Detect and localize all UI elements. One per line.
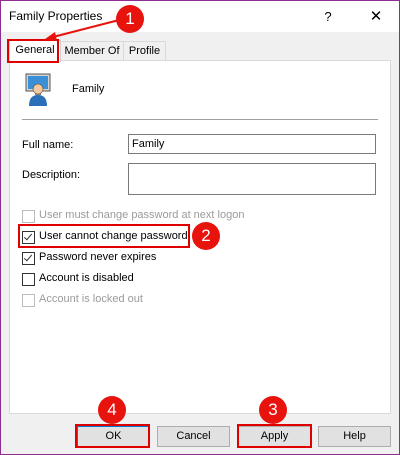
full-name-label: Full name: — [22, 139, 74, 151]
step-badge-3: 3 — [259, 396, 287, 424]
description-field[interactable] — [128, 163, 376, 195]
cancel-button[interactable]: Cancel — [157, 426, 230, 447]
help-title-button[interactable]: ? — [308, 1, 348, 32]
checkbox-box[interactable] — [22, 210, 35, 223]
checkbox-box[interactable] — [22, 231, 35, 244]
checkbox-label: Account is disabled — [39, 272, 134, 284]
step-badge-1: 1 — [116, 5, 144, 33]
tab-member-of[interactable]: Member Of — [60, 41, 124, 61]
step-badge-2: 2 — [192, 222, 220, 250]
help-button[interactable]: Help — [318, 426, 391, 447]
user-name: Family — [72, 83, 105, 95]
tab-general[interactable]: General — [9, 40, 61, 62]
description-label: Description: — [22, 169, 81, 181]
separator — [22, 119, 378, 120]
checkbox-box[interactable] — [22, 273, 35, 286]
user-account-icon — [25, 73, 51, 106]
tab-profile[interactable]: Profile — [123, 41, 166, 61]
full-name-value: Family — [132, 138, 165, 150]
checkbox-label: User cannot change password — [39, 230, 188, 242]
checkbox-label: User must change password at next logon — [39, 209, 245, 221]
checkbox-box[interactable] — [22, 294, 35, 307]
apply-button[interactable]: Apply — [238, 426, 311, 447]
checkbox-box[interactable] — [22, 252, 35, 265]
close-button[interactable]: ✕ — [356, 1, 396, 32]
checkbox-label: Account is locked out — [39, 293, 143, 305]
properties-dialog: Family Properties ? ✕ General Member Of … — [0, 0, 400, 455]
ok-button[interactable]: OK — [77, 426, 150, 447]
step-badge-4: 4 — [98, 396, 126, 424]
checkbox-label: Password never expires — [39, 251, 157, 263]
full-name-field[interactable]: Family — [128, 134, 376, 154]
